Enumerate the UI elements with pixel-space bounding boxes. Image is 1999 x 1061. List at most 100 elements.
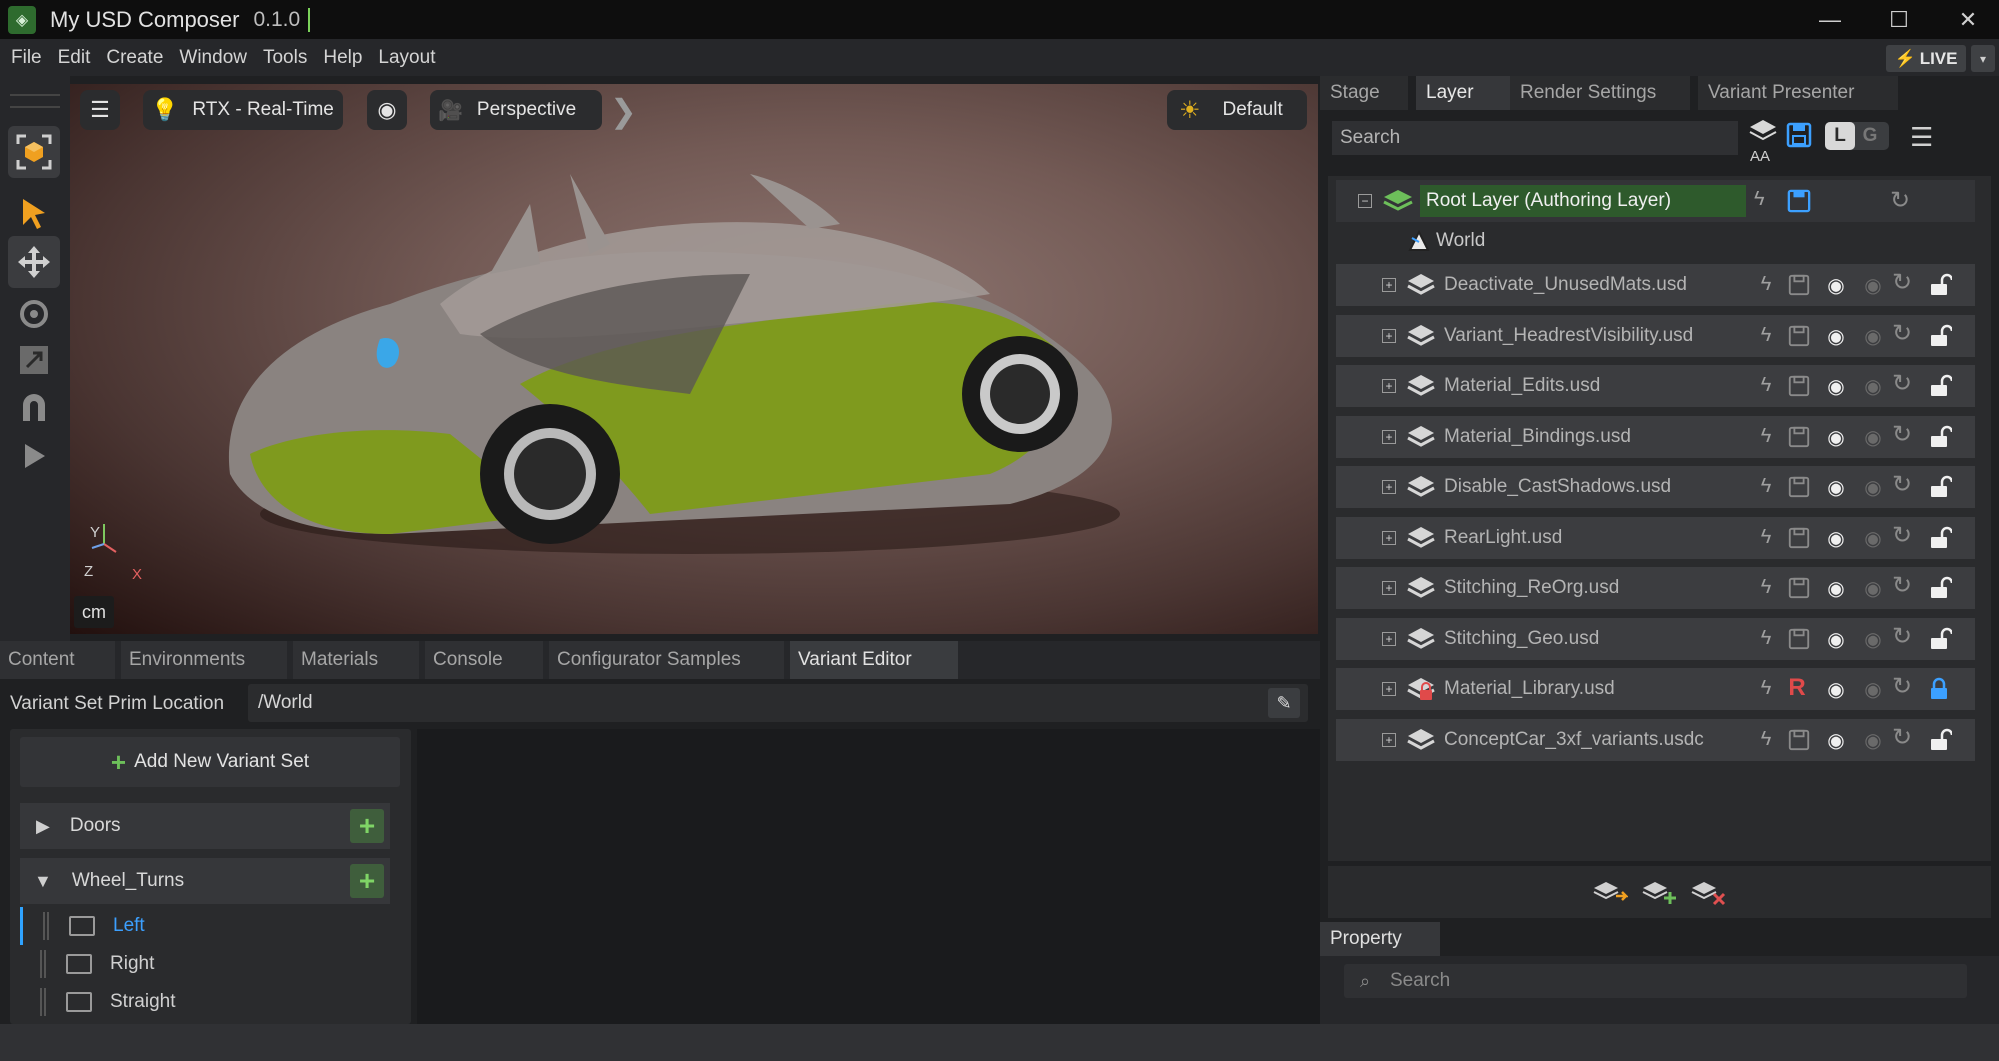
solo-eye-icon[interactable]: ◉ <box>1861 677 1885 701</box>
tab-variant-presenter[interactable]: Variant Presenter <box>1698 76 1898 110</box>
unlock-icon[interactable] <box>1928 374 1952 398</box>
solo-eye-icon[interactable]: ◉ <box>1861 324 1885 348</box>
maximize-button[interactable]: ☐ <box>1868 0 1930 39</box>
menu-edit[interactable]: Edit <box>50 39 99 76</box>
autoload-bolt-icon[interactable]: ϟ <box>1754 475 1778 499</box>
save-icon[interactable] <box>1787 526 1811 550</box>
live-button[interactable]: ⚡ LIVE <box>1886 45 1966 72</box>
sublayer-row[interactable]: + Variant_HeadrestVisibility.usd ϟ ◉ ◉ ↻ <box>1336 314 1975 357</box>
visibility-eye-icon[interactable]: ◉ <box>1824 324 1848 348</box>
visibility-eye-icon[interactable]: ◉ <box>1824 526 1848 550</box>
save-icon[interactable] <box>1787 728 1811 752</box>
unlock-icon[interactable] <box>1928 475 1952 499</box>
rotate-icon[interactable] <box>8 288 60 340</box>
autoload-bolt-icon[interactable]: ϟ <box>1754 273 1778 297</box>
sublayer-row[interactable]: + Stitching_ReOrg.usd ϟ ◉ ◉ ↻ <box>1336 567 1975 609</box>
select-arrow-icon[interactable] <box>8 188 60 240</box>
autoload-bolt-icon[interactable]: ϟ <box>1754 728 1778 752</box>
global-toggle-label[interactable]: G <box>1855 122 1885 150</box>
renderer-dropdown[interactable]: 💡 RTX - Real-Time <box>143 90 343 130</box>
reload-icon[interactable]: ↻ <box>1890 672 1914 700</box>
unlock-icon[interactable] <box>1928 526 1952 550</box>
visibility-eye-icon[interactable]: ◉ <box>1824 475 1848 499</box>
menu-tools[interactable]: Tools <box>255 39 315 76</box>
expand-icon[interactable]: + <box>1382 278 1396 292</box>
car-model[interactable] <box>190 134 1190 574</box>
sublayer-row[interactable]: + Material_Edits.usd ϟ ◉ ◉ ↻ <box>1336 365 1975 407</box>
expand-icon[interactable]: + <box>1382 480 1396 494</box>
add-variant-button[interactable]: + <box>350 864 384 898</box>
variant-item-left[interactable]: Left <box>20 907 390 945</box>
expand-icon[interactable]: + <box>1382 682 1396 696</box>
viewport-settings-button[interactable]: ☰ <box>80 90 120 130</box>
minimize-button[interactable]: — <box>1799 0 1861 39</box>
reload-icon[interactable]: ↻ <box>1890 521 1914 549</box>
select-mode-icon[interactable] <box>8 126 60 178</box>
visibility-eye-icon[interactable]: ◉ <box>1824 677 1848 701</box>
autoload-bolt-icon[interactable]: ϟ <box>1754 188 1765 211</box>
tab-environments[interactable]: Environments <box>121 641 287 679</box>
drag-handle-icon[interactable] <box>43 912 49 940</box>
chevron-right-icon[interactable]: ▶ <box>36 816 50 837</box>
tab-configurator-samples[interactable]: Configurator Samples <box>549 641 784 679</box>
visibility-eye-icon[interactable]: ◉ <box>1824 627 1848 651</box>
local-global-toggle[interactable]: L G <box>1825 122 1889 150</box>
remove-layer-icon[interactable] <box>1690 878 1726 906</box>
hamburger-menu-icon[interactable]: ☰ <box>1910 122 1933 153</box>
camera-dropdown[interactable]: 🎥 Perspective <box>430 90 602 130</box>
reload-icon[interactable]: ↻ <box>1890 369 1914 397</box>
reload-icon[interactable]: ↻ <box>1890 622 1914 650</box>
reload-icon[interactable]: ↻ <box>1890 268 1914 296</box>
lock-icon[interactable] <box>1928 677 1952 701</box>
chevron-down-icon[interactable]: ▼ <box>34 871 52 892</box>
menu-help[interactable]: Help <box>315 39 370 76</box>
layer-search-input[interactable]: Search <box>1332 121 1738 155</box>
local-toggle-label[interactable]: L <box>1825 122 1855 150</box>
expand-icon[interactable]: + <box>1382 429 1396 444</box>
property-search-input[interactable]: ⌕ Search <box>1344 964 1967 998</box>
menu-file[interactable]: File <box>0 39 50 76</box>
variant-set-doors[interactable]: ▶ Doors + <box>20 803 390 849</box>
unlock-icon[interactable] <box>1928 324 1952 348</box>
lighting-dropdown[interactable]: ☀ Default <box>1167 90 1307 130</box>
edit-prim-location-button[interactable]: ✎ <box>1268 688 1300 718</box>
tab-stage[interactable]: Stage <box>1320 76 1408 110</box>
unlock-icon[interactable] <box>1928 425 1952 449</box>
visibility-eye-icon[interactable]: ◉ <box>1824 728 1848 752</box>
reload-icon[interactable]: ↻ <box>1890 723 1914 751</box>
drag-handle-icon[interactable] <box>40 988 46 1016</box>
solo-eye-icon[interactable]: ◉ <box>1861 475 1885 499</box>
menu-layout[interactable]: Layout <box>370 39 443 76</box>
autoload-bolt-icon[interactable]: ϟ <box>1754 374 1778 398</box>
sublayer-row[interactable]: + RearLight.usd ϟ ◉ ◉ ↻ <box>1336 516 1975 559</box>
save-icon[interactable] <box>1787 374 1811 398</box>
tab-layer[interactable]: Layer <box>1416 76 1510 110</box>
sublayer-row[interactable]: + Deactivate_UnusedMats.usd ϟ ◉ ◉ ↻ <box>1336 264 1975 306</box>
root-layer-name[interactable]: Root Layer (Authoring Layer) <box>1420 185 1746 217</box>
sublayer-row[interactable]: + Stitching_Geo.usd ϟ ◉ ◉ ↻ <box>1336 617 1975 660</box>
solo-eye-icon[interactable]: ◉ <box>1861 627 1885 651</box>
world-row[interactable]: World <box>1336 222 1975 260</box>
expand-icon[interactable]: + <box>1382 732 1396 747</box>
visibility-eye-icon[interactable]: ◉ <box>1824 273 1848 297</box>
save-icon[interactable] <box>1787 576 1811 600</box>
save-icon[interactable] <box>1787 425 1811 449</box>
add-variant-set-button[interactable]: + Add New Variant Set <box>20 737 400 787</box>
visibility-eye-icon[interactable]: ◉ <box>1824 576 1848 600</box>
prim-location-input[interactable]: /World <box>248 684 1308 722</box>
save-icon[interactable] <box>1787 475 1811 499</box>
autoload-bolt-icon[interactable]: ϟ <box>1754 425 1778 449</box>
autoload-bolt-icon[interactable]: ϟ <box>1754 677 1778 701</box>
menu-window[interactable]: Window <box>171 39 255 76</box>
autoload-bolt-icon[interactable]: ϟ <box>1754 627 1778 651</box>
root-layer-row[interactable]: − Root Layer (Authoring Layer) ϟ ↻ <box>1336 180 1975 222</box>
variant-item-straight[interactable]: Straight <box>20 983 390 1021</box>
tab-variant-editor[interactable]: Variant Editor <box>790 641 958 679</box>
expand-icon[interactable]: + <box>1382 379 1396 393</box>
add-variant-button[interactable]: + <box>350 809 384 843</box>
sublayer-row[interactable]: + ConceptCar_3xf_variants.usdc ϟ ◉ ◉ ↻ <box>1336 718 1975 761</box>
solo-eye-icon[interactable]: ◉ <box>1861 576 1885 600</box>
reload-icon[interactable]: ↻ <box>1890 186 1910 215</box>
collapse-icon[interactable]: − <box>1358 194 1372 208</box>
scale-icon[interactable] <box>8 334 60 386</box>
